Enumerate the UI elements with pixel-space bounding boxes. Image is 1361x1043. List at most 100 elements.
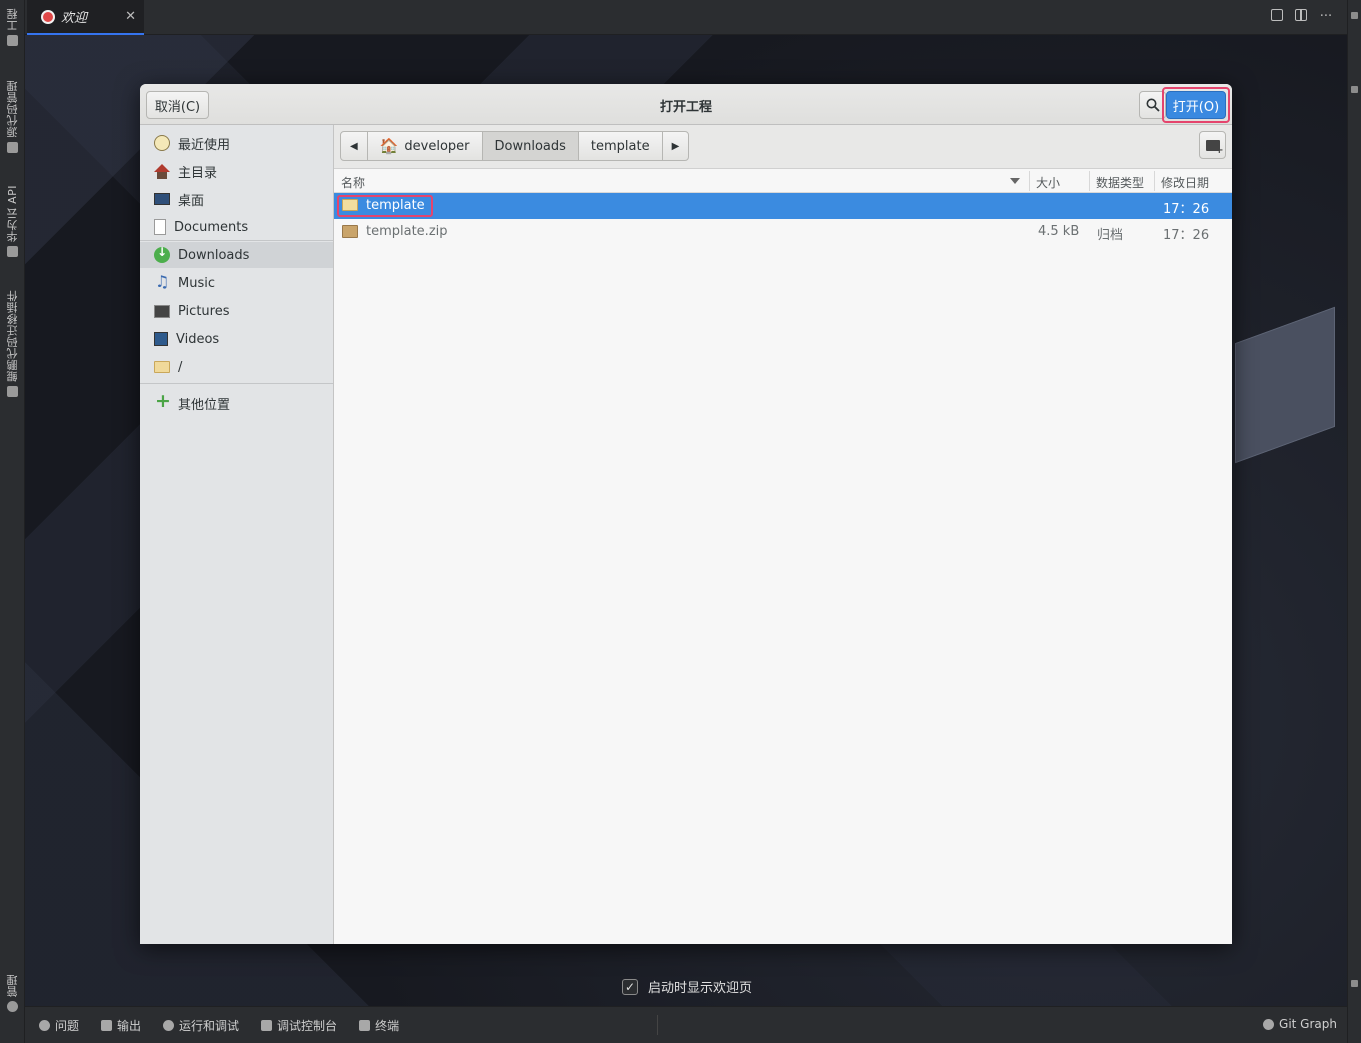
kunpeng-icon bbox=[7, 386, 18, 397]
sidebar-divider bbox=[140, 383, 333, 384]
breadcrumb-template[interactable]: template bbox=[579, 132, 663, 160]
sidebar-item-documents[interactable]: Documents bbox=[140, 214, 333, 240]
activity-project[interactable]: 工程 bbox=[0, 8, 25, 46]
path-back-button[interactable]: ◀ bbox=[341, 132, 368, 160]
music-icon bbox=[154, 272, 170, 291]
bug-icon bbox=[163, 1019, 175, 1031]
sidebar-item-home[interactable]: 主目录 bbox=[140, 158, 333, 184]
sidebar-item-label: Documents bbox=[174, 219, 249, 235]
close-icon[interactable]: ✕ bbox=[125, 9, 136, 24]
activity-huawei-api[interactable]: 华为云 API bbox=[0, 185, 25, 258]
statusbar-divider bbox=[657, 1015, 659, 1035]
sidebar-item-music[interactable]: Music bbox=[140, 270, 333, 296]
document-icon bbox=[154, 219, 166, 235]
file-row-template[interactable]: template 17：26 bbox=[334, 193, 1232, 219]
panel-tab-output[interactable]: 输出 bbox=[101, 1017, 141, 1034]
right-bar-icon[interactable] bbox=[1351, 86, 1358, 93]
panel-tab-label: 运行和调试 bbox=[179, 1018, 240, 1033]
problems-icon bbox=[39, 1019, 50, 1031]
sidebar-item-recent[interactable]: 最近使用 bbox=[140, 130, 333, 156]
open-preview-icon[interactable] bbox=[1271, 9, 1283, 21]
activity-huawei-api-label: 华为云 API bbox=[5, 185, 19, 243]
activity-manage[interactable]: 管理 bbox=[0, 974, 25, 1012]
column-type[interactable]: 数据类型 bbox=[1096, 174, 1144, 191]
split-editor-icon[interactable] bbox=[1295, 9, 1307, 21]
tab-welcome[interactable]: 欢迎 ✕ bbox=[27, 0, 144, 35]
git-graph-button[interactable]: Git Graph bbox=[1263, 1017, 1337, 1031]
sidebar-item-label: 主目录 bbox=[178, 165, 218, 181]
file-name: template.zip bbox=[366, 224, 448, 239]
panel-tab-terminal[interactable]: 终端 bbox=[359, 1017, 399, 1034]
app-logo-icon bbox=[41, 9, 55, 24]
activity-project-label: 工程 bbox=[5, 8, 19, 31]
videos-icon bbox=[154, 332, 168, 346]
sidebar-item-label: 桌面 bbox=[178, 193, 205, 209]
plus-icon bbox=[154, 390, 171, 412]
git-graph-icon bbox=[1263, 1018, 1275, 1030]
recent-icon bbox=[154, 135, 170, 151]
sidebar-item-downloads[interactable]: Downloads bbox=[140, 242, 333, 268]
panel-tab-problems[interactable]: 问题 bbox=[39, 1017, 79, 1034]
search-icon bbox=[1146, 98, 1160, 112]
sidebar-item-desktop[interactable]: 桌面 bbox=[140, 186, 333, 212]
column-name[interactable]: 名称 bbox=[341, 174, 365, 191]
editor-tab-bar: 欢迎 ✕ ··· bbox=[25, 0, 1347, 35]
archive-icon bbox=[342, 225, 358, 238]
panel-tab-label: 问题 bbox=[55, 1018, 80, 1033]
download-icon bbox=[154, 245, 170, 263]
left-activity-bar: 工程 源代码管理 华为云 API 鲲鹏代码迁移插件 管理 bbox=[0, 0, 25, 1043]
file-modified: 17：26 bbox=[1163, 228, 1210, 243]
sidebar-item-root[interactable]: / bbox=[140, 354, 333, 380]
sidebar-item-label: Videos bbox=[176, 331, 220, 347]
api-icon bbox=[7, 246, 18, 258]
more-actions-icon[interactable]: ··· bbox=[1319, 9, 1333, 24]
new-folder-button[interactable] bbox=[1199, 131, 1226, 159]
panel-tab-run-debug[interactable]: 运行和调试 bbox=[163, 1017, 239, 1034]
column-divider[interactable] bbox=[1029, 171, 1030, 191]
folder-icon bbox=[154, 361, 170, 373]
open-button[interactable]: 打开(O) bbox=[1166, 91, 1226, 119]
file-row-template-zip[interactable]: template.zip 4.5 kB 归档 17：26 bbox=[334, 219, 1232, 245]
sidebar-item-label: 其他位置 bbox=[178, 397, 231, 413]
sidebar-item-label: Downloads bbox=[178, 247, 250, 263]
sidebar-item-videos[interactable]: Videos bbox=[140, 326, 333, 352]
home-icon: 🏠 bbox=[379, 137, 399, 155]
column-header-row: 名称 大小 数据类型 修改日期 bbox=[334, 169, 1232, 193]
file-name: template bbox=[366, 198, 425, 213]
open-button-highlight: 打开(O) bbox=[1162, 87, 1230, 123]
column-size[interactable]: 大小 bbox=[1036, 174, 1060, 191]
path-forward-button[interactable]: ▶ bbox=[663, 132, 689, 160]
panel-tab-label: 输出 bbox=[117, 1018, 142, 1033]
git-graph-label: Git Graph bbox=[1279, 1017, 1337, 1031]
bottom-panel-bar: 问题 输出 运行和调试 调试控制台 终端 Git Graph bbox=[25, 1006, 1347, 1043]
column-modified[interactable]: 修改日期 bbox=[1161, 174, 1209, 191]
breadcrumb-developer[interactable]: 🏠 developer bbox=[368, 132, 483, 160]
path-bar: ◀ 🏠 developer Downloads template ▶ bbox=[334, 125, 1232, 169]
sidebar-item-label: 最近使用 bbox=[178, 137, 231, 153]
new-folder-icon bbox=[1205, 139, 1224, 156]
home-icon bbox=[154, 164, 170, 179]
sidebar-item-other-locations[interactable]: 其他位置 bbox=[140, 390, 333, 416]
activity-kunpeng-migration[interactable]: 鲲鹏代码迁移插件 bbox=[0, 290, 25, 397]
show-welcome-on-startup[interactable]: ✓ 启动时显示欢迎页 bbox=[622, 977, 752, 996]
sidebar-divider bbox=[140, 240, 333, 241]
sidebar-item-pictures[interactable]: Pictures bbox=[140, 298, 333, 324]
tab-welcome-label: 欢迎 bbox=[61, 11, 88, 26]
tabbar-actions: ··· bbox=[1271, 9, 1333, 24]
breadcrumb-label: developer bbox=[404, 138, 470, 154]
flag-icon bbox=[101, 1019, 113, 1031]
file-modified: 17：26 bbox=[1163, 202, 1210, 217]
column-divider[interactable] bbox=[1089, 171, 1090, 191]
column-divider[interactable] bbox=[1154, 171, 1155, 191]
activity-kunpeng-migration-label: 鲲鹏代码迁移插件 bbox=[5, 290, 19, 382]
activity-source-control[interactable]: 源代码管理 bbox=[0, 80, 25, 153]
breadcrumb-downloads[interactable]: Downloads bbox=[482, 132, 579, 160]
right-bar-icon[interactable] bbox=[1351, 12, 1358, 19]
panel-tab-debug-console[interactable]: 调试控制台 bbox=[261, 1017, 337, 1034]
file-size: 4.5 kB bbox=[1038, 224, 1080, 239]
sort-descending-icon[interactable] bbox=[1010, 178, 1020, 184]
panel-tab-label: 终端 bbox=[375, 1018, 400, 1033]
decorative-block bbox=[1235, 306, 1335, 464]
show-welcome-checkbox[interactable]: ✓ bbox=[622, 978, 638, 995]
right-bar-icon[interactable] bbox=[1351, 980, 1358, 987]
